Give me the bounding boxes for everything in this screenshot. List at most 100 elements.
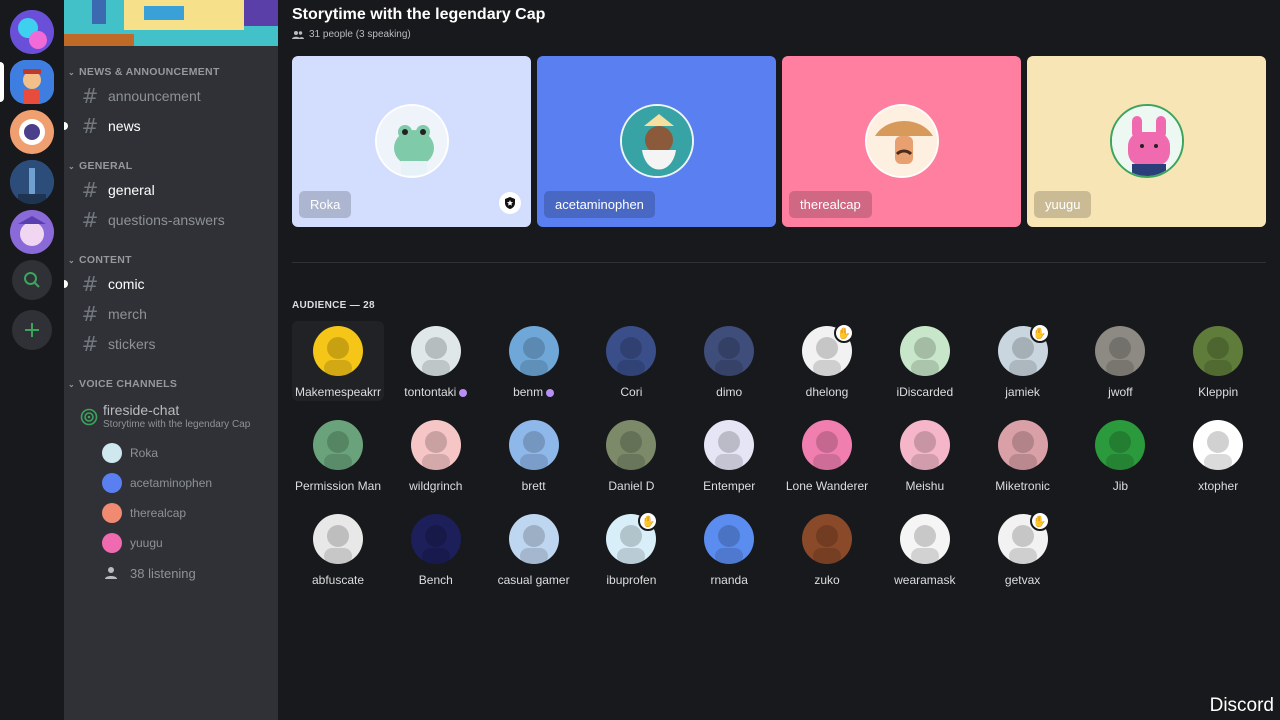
audience-member[interactable]: Daniel D: [585, 415, 677, 495]
voice-user[interactable]: yuugu: [102, 531, 163, 555]
listening-label: 38 listening: [130, 565, 196, 581]
audience-member-name: brett: [488, 479, 580, 493]
username: Miketronic: [995, 479, 1050, 493]
stage-title: Storytime with the legendary Cap: [292, 6, 546, 23]
audience-member[interactable]: Cori: [585, 321, 677, 401]
avatar: [704, 326, 755, 376]
add-server-button[interactable]: [12, 310, 52, 350]
audience-member[interactable]: jwoff: [1074, 321, 1166, 401]
audience-member[interactable]: benm: [488, 321, 580, 401]
audience-member[interactable]: casual gamer: [488, 509, 580, 589]
audience-member[interactable]: rnanda: [683, 509, 775, 589]
avatar: [864, 104, 939, 178]
avatar: [1095, 420, 1146, 470]
audience-member-name: abfuscate: [292, 573, 384, 587]
avatar: [899, 514, 950, 564]
server-icon-1[interactable]: [10, 10, 54, 54]
audience-member[interactable]: tontontaki: [390, 321, 482, 401]
audience-member-name: Meishu: [879, 479, 971, 493]
server-icon-5[interactable]: [10, 210, 54, 254]
audience-member[interactable]: Kleppin: [1172, 321, 1264, 401]
voice-user[interactable]: acetaminophen: [102, 471, 212, 495]
server-icon-3[interactable]: [10, 110, 54, 154]
hash-icon: #: [81, 332, 99, 356]
audience-member[interactable]: ✋ getvax: [977, 509, 1069, 589]
audience-member[interactable]: Miketronic: [977, 415, 1069, 495]
audience-member[interactable]: Entemper: [683, 415, 775, 495]
audience-member[interactable]: Makemespeakrr: [292, 321, 384, 401]
username: ibuprofen: [606, 573, 657, 587]
audience-member[interactable]: ✋ ibuprofen: [585, 509, 677, 589]
participant-count: 31 people (3 speaking): [309, 29, 411, 40]
username: iDiscarded: [896, 385, 954, 399]
chevron-down-icon: ⌄: [68, 67, 76, 77]
stage-icon: [80, 408, 98, 426]
speaker-tile[interactable]: yuugu: [1027, 56, 1266, 227]
avatar: [102, 503, 122, 523]
audience-member[interactable]: ✋ dhelong: [781, 321, 873, 401]
username: Permission Man: [294, 479, 382, 493]
speaker-name: Roka: [299, 191, 352, 218]
channel-merch[interactable]: # merch: [72, 300, 270, 328]
audience-member[interactable]: brett: [488, 415, 580, 495]
speaker-tile[interactable]: acetaminophen: [537, 56, 776, 227]
audience-member[interactable]: Jib: [1074, 415, 1166, 495]
avatar: [704, 420, 755, 470]
username: rnanda: [710, 573, 748, 587]
category-news-announcement[interactable]: ⌄ NEWS & ANNOUNCEMENT: [68, 66, 220, 78]
audience-member[interactable]: zuko: [781, 509, 873, 589]
username: jwoff: [1108, 385, 1133, 399]
channel-label: announcement: [108, 88, 201, 104]
audience-member[interactable]: xtopher: [1172, 415, 1264, 495]
channel-stickers[interactable]: # stickers: [72, 330, 270, 358]
audience-member[interactable]: abfuscate: [292, 509, 384, 589]
channel-comic[interactable]: # comic: [64, 270, 270, 298]
channel-announcement[interactable]: # announcement: [72, 82, 270, 110]
audience-member[interactable]: wearamask: [879, 509, 971, 589]
speaker-tile[interactable]: therealcap: [782, 56, 1021, 227]
audience-member-name: Entemper: [683, 479, 775, 493]
category-voice-channels[interactable]: ⌄ VOICE CHANNELS: [68, 378, 177, 390]
audience-member[interactable]: wildgrinch: [390, 415, 482, 495]
channel-questions-answers[interactable]: # questions-answers: [72, 206, 270, 234]
category-label: CONTENT: [79, 254, 132, 266]
audience-member[interactable]: Permission Man: [292, 415, 384, 495]
audience-member[interactable]: iDiscarded: [879, 321, 971, 401]
avatar: [508, 514, 559, 564]
listening-count[interactable]: 38 listening: [102, 561, 196, 585]
category-general[interactable]: ⌄ GENERAL: [68, 160, 132, 172]
username: tontontaki: [404, 385, 457, 399]
channel-general[interactable]: # general: [72, 176, 270, 204]
server-icon-2[interactable]: [10, 60, 54, 104]
avatar: [1193, 326, 1244, 376]
voice-channel-fireside-chat[interactable]: fireside-chat Storytime with the legenda…: [72, 398, 270, 438]
avatar: [508, 326, 559, 376]
explore-servers-button[interactable]: [12, 260, 52, 300]
audience-member[interactable]: dimo: [683, 321, 775, 401]
avatar: [508, 420, 559, 470]
avatar: [1109, 104, 1184, 178]
chevron-down-icon: ⌄: [68, 255, 76, 265]
category-label: VOICE CHANNELS: [79, 378, 178, 390]
voice-user[interactable]: therealcap: [102, 501, 186, 525]
speaker-tile[interactable]: Roka: [292, 56, 531, 227]
username: Entemper: [703, 479, 756, 493]
username: abfuscate: [311, 573, 365, 587]
username: jamiek: [1005, 385, 1040, 399]
audience-member[interactable]: Meishu: [879, 415, 971, 495]
channel-sidebar: ⌄ NEWS & ANNOUNCEMENT # announcement # news…: [64, 0, 278, 720]
channel-news[interactable]: # news: [64, 112, 270, 140]
voice-user-name: Roka: [130, 446, 159, 460]
nitro-badge-icon: [459, 388, 468, 397]
avatar: [313, 514, 363, 564]
voice-user[interactable]: Roka: [102, 441, 158, 465]
audience-member-name: dimo: [683, 385, 775, 399]
category-content[interactable]: ⌄ CONTENT: [68, 254, 132, 266]
audience-member[interactable]: Lone Wanderer: [781, 415, 873, 495]
audience-member[interactable]: Bench: [390, 509, 482, 589]
stage-main: Storytime with the legendary Cap 31 peop…: [278, 0, 1280, 720]
server-icon-4[interactable]: [10, 160, 54, 204]
avatar: [704, 514, 755, 564]
audience-member[interactable]: ✋ jamiek: [977, 321, 1069, 401]
avatar: [410, 326, 461, 376]
